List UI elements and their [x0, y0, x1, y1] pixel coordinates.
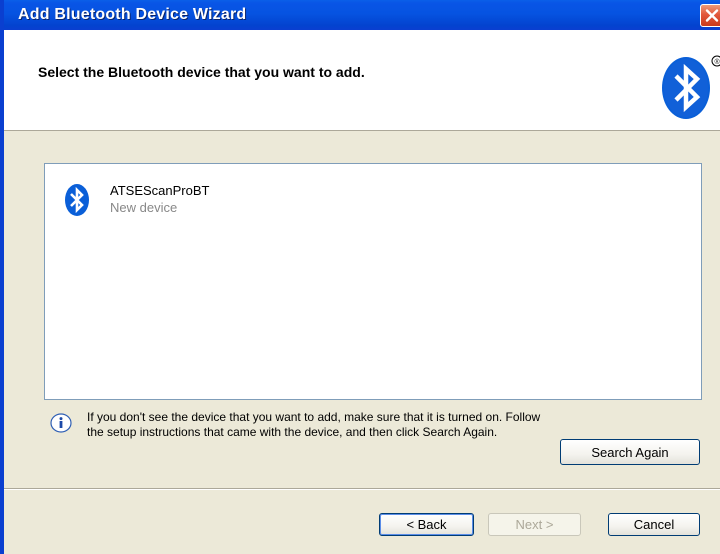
device-list[interactable]: ATSEScanProBT New device — [44, 163, 702, 400]
device-status: New device — [110, 200, 178, 215]
info-icon — [50, 413, 72, 438]
info-text: If you don't see the device that you wan… — [87, 410, 541, 439]
back-button[interactable]: < Back — [379, 513, 474, 536]
registered-mark: ® — [715, 58, 720, 66]
bluetooth-logo-icon: ® — [658, 52, 720, 129]
cancel-button[interactable]: Cancel — [608, 513, 700, 536]
close-button[interactable] — [700, 4, 720, 27]
bluetooth-device-icon — [63, 182, 93, 223]
search-again-button[interactable]: Search Again — [560, 439, 700, 465]
wizard-window: Add Bluetooth Device Wizard Select the B… — [0, 0, 720, 554]
wizard-header: Select the Bluetooth device that you wan… — [4, 30, 720, 131]
close-icon — [705, 9, 719, 22]
window-title: Add Bluetooth Device Wizard — [18, 6, 247, 23]
page-title: Select the Bluetooth device that you wan… — [38, 64, 365, 80]
search-again-label: Search Again — [591, 444, 669, 460]
title-bar[interactable]: Add Bluetooth Device Wizard — [4, 0, 720, 30]
next-button[interactable]: Next > — [488, 513, 581, 536]
next-label: Next > — [515, 517, 554, 532]
footer-separator — [4, 488, 720, 490]
back-label: < Back — [406, 517, 447, 532]
list-item[interactable]: ATSEScanProBT New device — [63, 178, 363, 226]
cancel-label: Cancel — [633, 517, 675, 532]
device-name: ATSEScanProBT — [110, 183, 210, 198]
